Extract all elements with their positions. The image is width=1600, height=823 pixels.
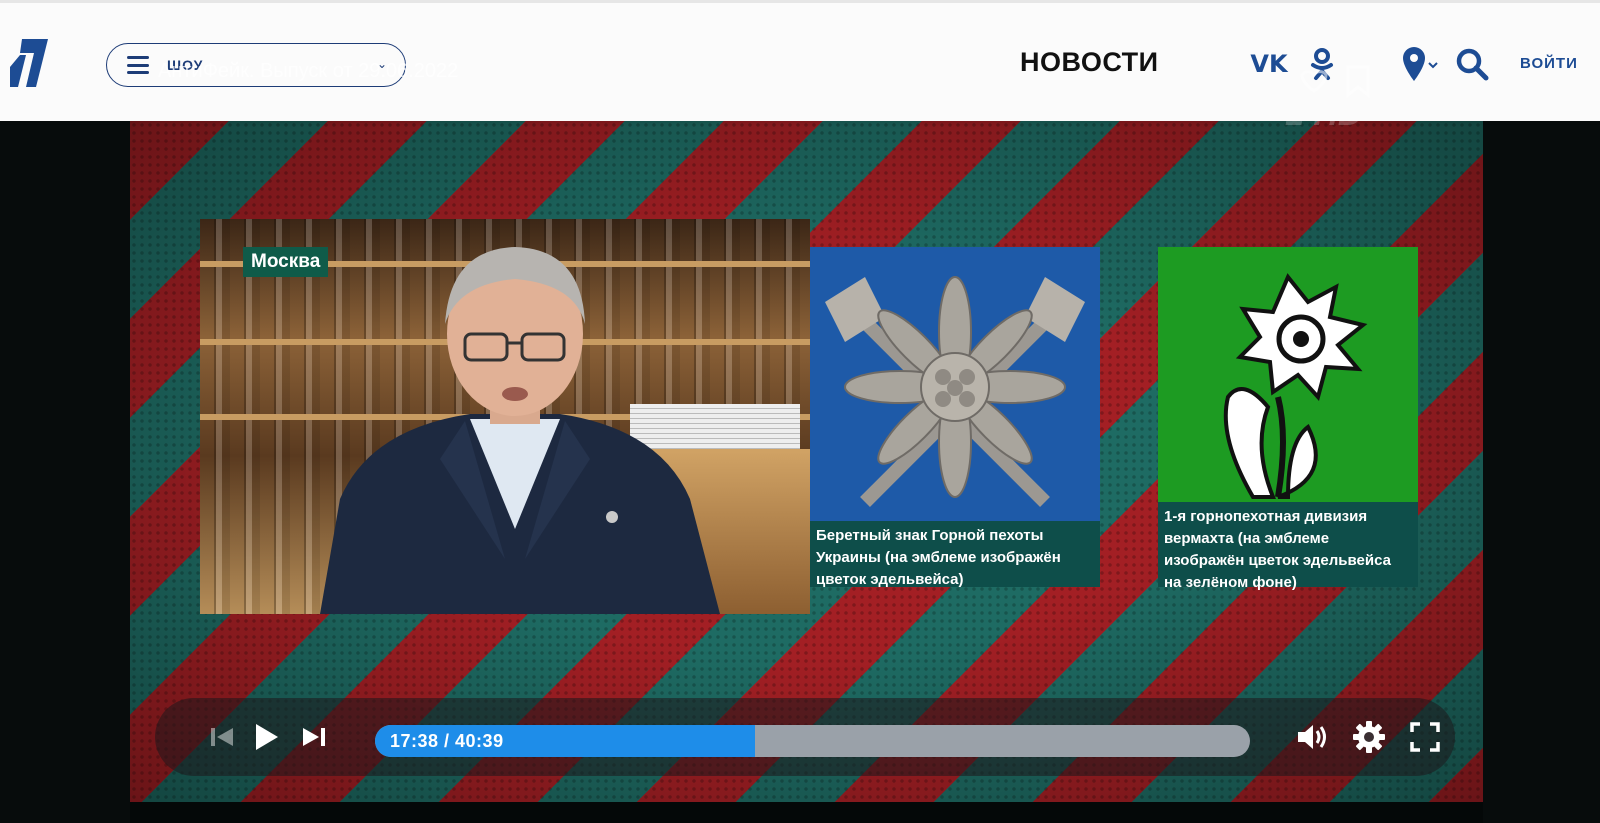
badge-caption-ukraine: Беретный знак Горной пехоты Украины (на …: [810, 521, 1100, 588]
search-icon[interactable]: [1455, 47, 1489, 81]
login-button[interactable]: ВОЙТИ: [1520, 55, 1578, 72]
badge-card-wehrmacht: 1-я горнопехотная дивизия вермахта (на э…: [1158, 247, 1418, 591]
location-tag: Москва: [243, 247, 329, 277]
skip-next-icon[interactable]: [297, 720, 331, 754]
gear-icon[interactable]: [1352, 720, 1386, 754]
video-frame-content: Москва Беретный знак Горной пехоты Украи…: [200, 219, 1418, 614]
skip-previous-icon[interactable]: [205, 720, 239, 754]
speaker-person-image: [320, 247, 720, 614]
progress-timeline[interactable]: 17:38 / 40:39: [375, 725, 1250, 757]
studio-video-feed: Москва: [200, 219, 810, 614]
badge-caption-wehrmacht: 1-я горнопехотная дивизия вермахта (на э…: [1158, 502, 1418, 591]
edelweiss-beret-badge-image: [810, 247, 1100, 521]
volume-icon[interactable]: [1295, 720, 1329, 754]
episode-title-overlay: АнтиФейк. Выпуск от 29.06.2022: [158, 60, 459, 82]
channel-watermark: 1 HD: [1285, 121, 1362, 134]
play-button[interactable]: [248, 720, 282, 754]
channel-one-logo[interactable]: [8, 37, 50, 89]
vk-icon[interactable]: VK: [1250, 47, 1287, 81]
news-link[interactable]: НОВОСТИ: [1020, 47, 1159, 78]
site-header: ШОУ ⌄ АнтиФейк. Выпуск от 29.06.2022 НОВ…: [0, 0, 1600, 121]
player-control-bar: 17:38 / 40:39: [155, 698, 1455, 776]
location-pin-icon[interactable]: [1400, 45, 1440, 83]
time-display: 17:38 / 40:39: [390, 731, 504, 751]
video-player[interactable]: 1 HD Москва: [130, 121, 1483, 802]
player-bottom-edge: [130, 802, 1483, 823]
edelweiss-emblem-image: [1158, 247, 1418, 502]
badge-card-ukraine: Беретный знак Горной пехоты Украины (на …: [810, 247, 1100, 588]
fullscreen-icon[interactable]: [1408, 720, 1442, 754]
hamburger-icon: [127, 56, 149, 74]
